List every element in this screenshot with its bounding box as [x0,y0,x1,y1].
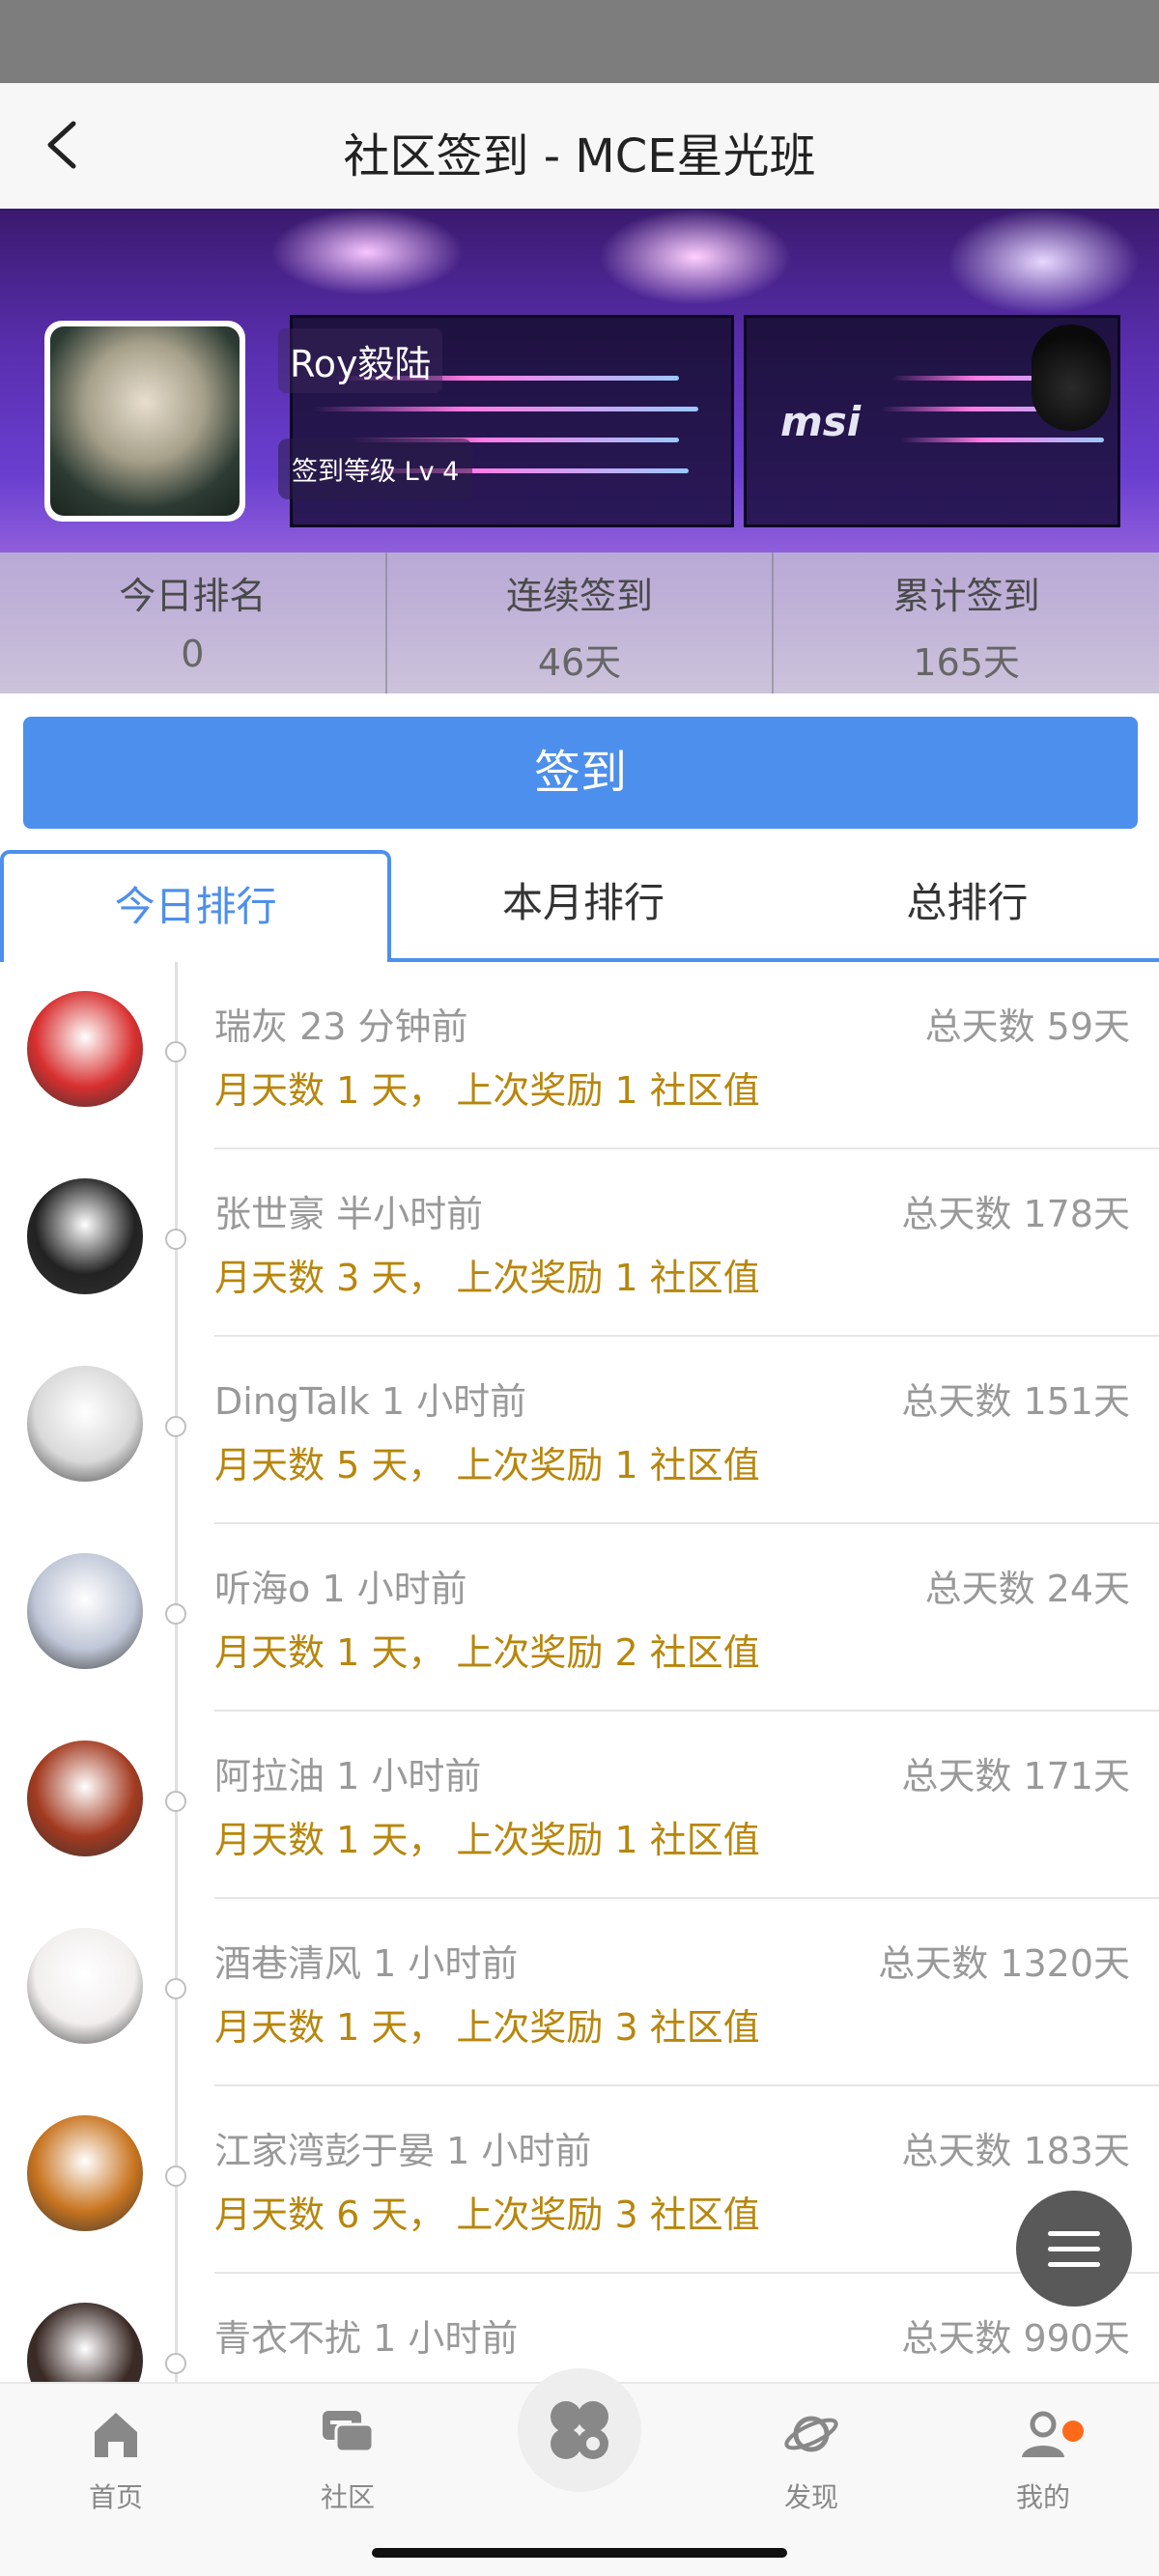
month-days-reward: 月天数 5 天， 上次奖励 1 社区值 [214,1444,760,1486]
timeline-dot [165,2166,186,2187]
tab-month[interactable]: 本月排行 [391,850,775,958]
month-days-reward: 月天数 6 天， 上次奖励 3 社区值 [214,2194,760,2236]
stat-label: 今日排名 [119,575,267,617]
user-name-time: 瑞灰 23 分钟前 [214,1005,468,1048]
user-name-time: 酒巷清风 1 小时前 [214,1942,519,1985]
user-avatar[interactable] [27,991,143,1107]
user-avatar[interactable] [27,1741,143,1856]
tab-today[interactable]: 今日排行 [0,850,392,962]
tabbar-label: 我的 [1015,2481,1070,2513]
stat-value: 0 [181,633,205,675]
total-days: 总天数 151天 [901,1380,1130,1423]
home-icon [95,2413,137,2457]
user-avatar[interactable] [27,1178,143,1294]
user-avatar[interactable] [27,1928,143,2044]
checkin-button[interactable]: 签到 [23,717,1138,829]
timeline-dot [165,1978,186,1999]
apps-icon [551,2401,608,2459]
month-days-reward: 月天数 1 天， 上次奖励 2 社区值 [214,1631,760,1674]
total-days: 总天数 178天 [901,1193,1130,1235]
light-glow [270,209,464,296]
user-avatar[interactable] [27,2115,143,2231]
username: Roy毅陆 [278,328,443,393]
rank-row[interactable]: 听海o 1 小时前 总天数 24天月天数 1 天， 上次奖励 2 社区值 [0,1524,1159,1712]
month-days-reward: 月天数 1 天， 上次奖励 3 社区值 [214,2006,760,2049]
tabbar-center-apps[interactable] [518,2368,641,2492]
tab-all-time[interactable]: 总排行 [776,850,1159,958]
user-name-time: 青衣不扰 1 小时前 [214,2317,519,2360]
light-glow [947,209,1140,315]
month-days-reward: 月天数 1 天， 上次奖励 1 社区值 [214,1069,760,1112]
status-bar [0,0,1159,83]
timeline-dot [165,1416,186,1437]
user-name-time: DingTalk 1 小时前 [214,1380,527,1423]
home-indicator [372,2548,787,2558]
bottom-tab-bar: 首页 社区 发现 我的 [0,2368,1159,2576]
user-avatar[interactable] [27,1553,143,1669]
user-avatar[interactable] [27,2303,143,2382]
timeline-dot [165,1791,186,1812]
stats-bar: 今日排名 0 连续签到 46天 累计签到 165天 [0,552,1159,694]
rank-row[interactable]: 张世豪 半小时前 总天数 178天月天数 3 天， 上次奖励 1 社区值 [0,1149,1159,1337]
user-name-time: 江家湾彭于晏 1 小时前 [214,2130,592,2172]
user-name-time: 张世豪 半小时前 [214,1193,484,1235]
menu-fab-button[interactable] [1016,2191,1132,2307]
tabbar-label: 首页 [88,2481,143,2513]
timeline-dot [165,1603,186,1625]
checkin-level: 签到等级 Lv 4 [278,439,473,499]
month-days-reward: 月天数 1 天， 上次奖励 1 社区值 [214,1819,760,1861]
tabbar-home[interactable]: 首页 [39,2405,193,2515]
light-glow [599,209,792,305]
notification-dot [1062,2420,1084,2442]
tabbar-label: 发现 [783,2481,838,2513]
chat-icon [323,2411,375,2453]
total-days: 总天数 1320天 [878,1942,1130,1985]
stat-label: 连续签到 [506,575,654,617]
month-days-reward: 月天数 3 天， 上次奖励 1 社区值 [214,1257,760,1299]
planet-icon [784,2416,838,2452]
stat-value: 46天 [537,641,622,684]
timeline-dot [165,1041,186,1062]
stat-today-rank: 今日排名 0 [0,552,387,694]
rank-row[interactable]: 瑞灰 23 分钟前 总天数 59天月天数 1 天， 上次奖励 1 社区值 [0,962,1159,1149]
rank-row[interactable]: 青衣不扰 1 小时前 总天数 990天 [0,2274,1159,2382]
user-name-time: 阿拉油 1 小时前 [214,1755,482,1798]
rank-row[interactable]: 江家湾彭于晏 1 小时前 总天数 183天月天数 6 天， 上次奖励 3 社区值 [0,2086,1159,2274]
user-avatar[interactable] [44,321,245,522]
user-avatar[interactable] [27,1366,143,1482]
tabbar-community[interactable]: 社区 [270,2405,425,2515]
rank-row[interactable]: 酒巷清风 1 小时前 总天数 1320天月天数 1 天， 上次奖励 3 社区值 [0,1899,1159,2086]
ranking-tabs: 今日排行 本月排行 总排行 [0,850,1159,962]
total-days: 总天数 59天 [924,1005,1130,1048]
page-title: 社区签到 - MCE星光班 [343,129,816,184]
total-days: 总天数 183天 [901,2130,1130,2172]
total-days: 总天数 171天 [901,1755,1130,1798]
timeline-dot [165,2353,186,2374]
user-name-time: 听海o 1 小时前 [214,1568,467,1610]
total-days: 总天数 990天 [901,2317,1130,2360]
tabbar-label: 社区 [320,2481,375,2513]
nav-bar: 社区签到 - MCE星光班 [0,83,1159,209]
total-days: 总天数 24天 [924,1568,1130,1610]
stat-label: 累计签到 [892,575,1040,617]
tabbar-discover[interactable]: 发现 [734,2405,889,2515]
stat-streak: 连续签到 46天 [387,552,775,694]
rank-row[interactable]: DingTalk 1 小时前 总天数 151天月天数 5 天， 上次奖励 1 社区… [0,1337,1159,1524]
stat-total: 累计签到 165天 [774,552,1159,694]
timeline-dot [165,1229,186,1250]
stat-value: 165天 [913,641,1020,684]
rank-list: 瑞灰 23 分钟前 总天数 59天 月天数 1 天， 上次奖励 1 社区值 张世豪 半… [0,962,1159,2382]
tabbar-me[interactable]: 我的 [966,2405,1120,2515]
brand-logo: msi [780,398,862,445]
rank-row[interactable]: 阿拉油 1 小时前 总天数 171天月天数 1 天， 上次奖励 1 社区值 [0,1712,1159,1899]
headset-image [1032,325,1111,431]
